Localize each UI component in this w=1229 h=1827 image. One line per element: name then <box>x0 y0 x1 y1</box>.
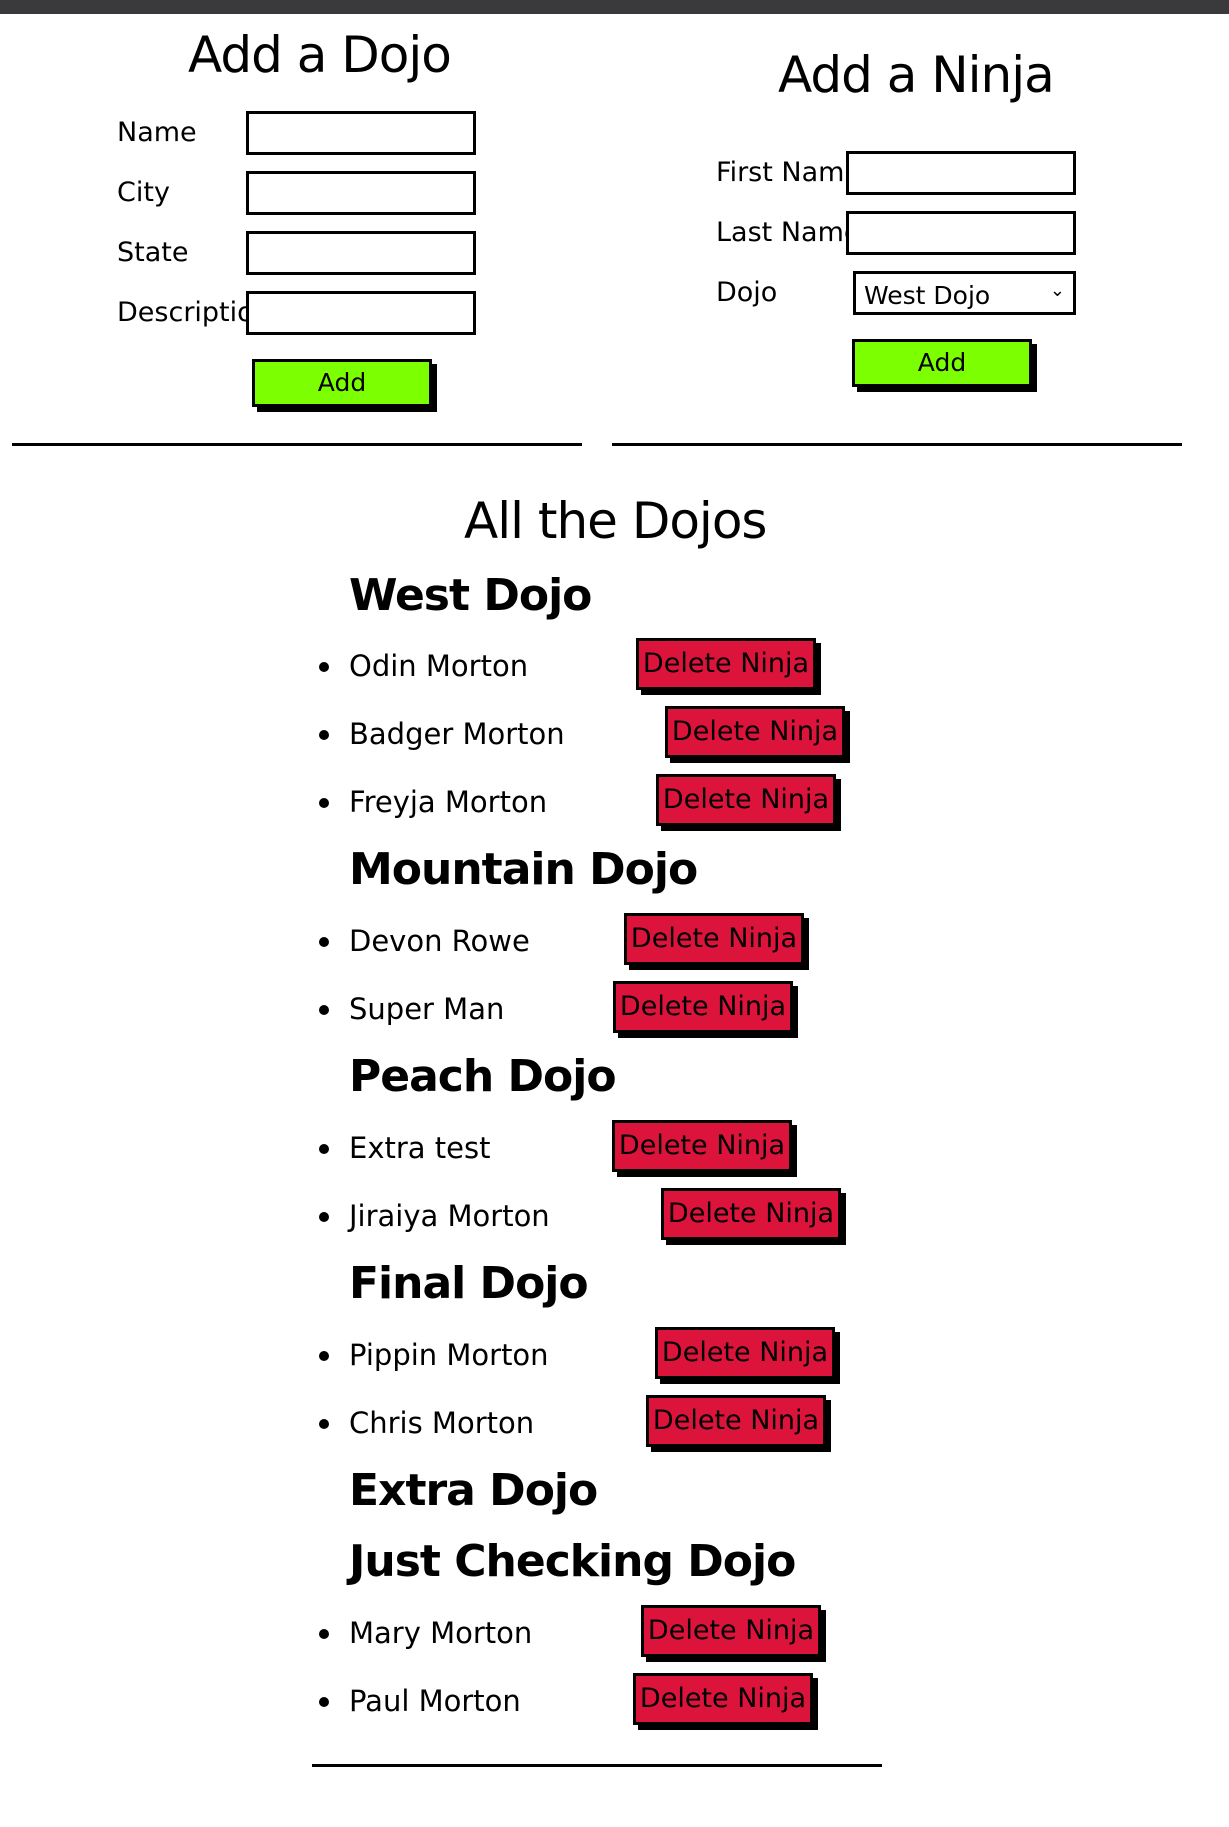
bullet-icon <box>319 662 329 672</box>
add-dojo-title: Add a Dojo <box>188 26 452 84</box>
dojo-heading: Just Checking Dojo <box>349 1536 796 1587</box>
bullet-icon <box>319 1212 329 1222</box>
add-ninja-title: Add a Ninja <box>778 46 1055 104</box>
ninja-name: Badger Morton <box>349 717 565 751</box>
ninja-name: Odin Morton <box>349 649 529 683</box>
dojo-heading: Peach Dojo <box>349 1051 617 1102</box>
delete-ninja-button[interactable]: Delete Ninja <box>641 1605 821 1657</box>
delete-ninja-button[interactable]: Delete Ninja <box>613 981 793 1033</box>
dojo-label: Dojo <box>716 277 778 308</box>
delete-ninja-button[interactable]: Delete Ninja <box>633 1673 813 1725</box>
bullet-icon <box>319 1629 329 1639</box>
add-dojo-divider <box>12 443 582 446</box>
ninja-name: Paul Morton <box>349 1684 521 1718</box>
dojo-select-value: West Dojo <box>864 281 991 310</box>
bullet-icon <box>319 798 329 808</box>
delete-ninja-button[interactable]: Delete Ninja <box>661 1188 841 1240</box>
dojo-heading: Final Dojo <box>349 1258 589 1309</box>
dojo-heading: West Dojo <box>349 570 592 621</box>
ninja-name: Devon Rowe <box>349 924 530 958</box>
bullet-icon <box>319 1697 329 1707</box>
bullet-icon <box>319 1419 329 1429</box>
dojo-city-input[interactable] <box>246 171 476 215</box>
delete-ninja-button[interactable]: Delete Ninja <box>656 774 836 826</box>
delete-ninja-button[interactable]: Delete Ninja <box>665 706 845 758</box>
dojo-select[interactable]: West Dojo ⌄ <box>853 271 1076 315</box>
browser-top-bar <box>0 0 1229 14</box>
all-dojos-title: All the Dojos <box>464 492 767 550</box>
bullet-icon <box>319 1005 329 1015</box>
bullet-icon <box>319 1351 329 1361</box>
city-label: City <box>117 177 170 208</box>
chevron-down-icon: ⌄ <box>1049 280 1065 301</box>
dojo-state-input[interactable] <box>246 231 476 275</box>
dojo-heading: Extra Dojo <box>349 1465 598 1516</box>
dojo-name-input[interactable] <box>246 111 476 155</box>
ninja-name: Freyja Morton <box>349 785 548 819</box>
delete-ninja-button[interactable]: Delete Ninja <box>624 913 804 965</box>
delete-ninja-button[interactable]: Delete Ninja <box>655 1327 835 1379</box>
dojo-heading: Mountain Dojo <box>349 844 698 895</box>
bullet-icon <box>319 730 329 740</box>
ninja-name: Mary Morton <box>349 1616 533 1650</box>
first-name-label: First Name <box>716 157 862 188</box>
ninja-name: Extra test <box>349 1131 491 1165</box>
ninja-name: Pippin Morton <box>349 1338 549 1372</box>
ninja-name: Super Man <box>349 992 505 1026</box>
state-label: State <box>117 237 189 268</box>
ninja-first-name-input[interactable] <box>846 151 1076 195</box>
ninja-name: Chris Morton <box>349 1406 535 1440</box>
ninja-name: Jiraiya Morton <box>349 1199 550 1233</box>
last-name-label: Last Name <box>716 217 861 248</box>
delete-ninja-button[interactable]: Delete Ninja <box>646 1395 826 1447</box>
delete-ninja-button[interactable]: Delete Ninja <box>636 638 816 690</box>
add-ninja-divider <box>612 443 1182 446</box>
dojo-list-divider <box>312 1764 882 1767</box>
add-ninja-button[interactable]: Add <box>852 339 1032 387</box>
ninja-last-name-input[interactable] <box>846 211 1076 255</box>
bullet-icon <box>319 937 329 947</box>
name-label: Name <box>117 117 197 148</box>
delete-ninja-button[interactable]: Delete Ninja <box>612 1120 792 1172</box>
dojo-description-input[interactable] <box>246 291 476 335</box>
add-dojo-button[interactable]: Add <box>252 359 432 407</box>
bullet-icon <box>319 1144 329 1154</box>
